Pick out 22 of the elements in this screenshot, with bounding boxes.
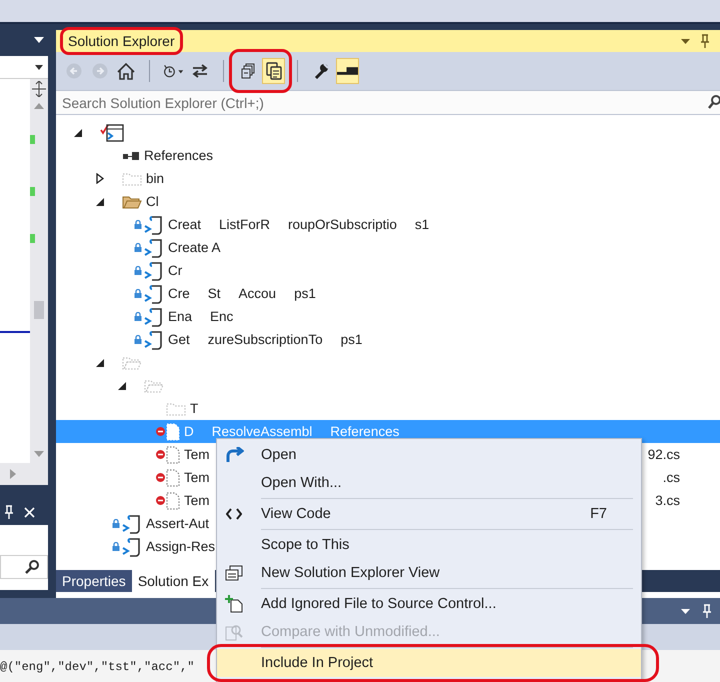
shortcut-label: F7	[590, 506, 607, 522]
tree-item-label: References	[144, 148, 214, 163]
tree-item-label: Creat ListForR roupOrSubscriptio s1	[168, 217, 430, 232]
tree-item-label: Get zureSubscriptionTo ps1	[168, 332, 362, 347]
code-line: @("eng","dev","tst","acc","	[0, 660, 194, 674]
tree-item-label: T	[190, 401, 198, 416]
tree-item-label: Assert-Aut	[146, 516, 210, 531]
tree-item-label: Cl	[146, 194, 159, 209]
tree-item-label: 92.cs	[648, 447, 680, 462]
tree-item-label: Tem	[184, 447, 210, 462]
tree-item-label: Assign-Res	[146, 539, 216, 554]
tree-item-label: bin	[146, 171, 164, 186]
tree-item-label: 3.cs	[655, 493, 680, 508]
tree-item-label: Ena Enc	[168, 309, 234, 324]
tree-item-label: Tem	[184, 470, 210, 485]
tree-item-label: Tem	[184, 493, 210, 508]
tree-item-label: Cre St Accou ps1	[168, 286, 316, 301]
panel-title: Solution Explorer	[68, 34, 175, 48]
tree-item-label: D ResolveAssembl References	[184, 424, 400, 439]
tree-item-label: .cs	[662, 470, 680, 485]
tree-item-label: Create A	[168, 240, 221, 255]
tree-item-label: Cr	[168, 263, 182, 278]
